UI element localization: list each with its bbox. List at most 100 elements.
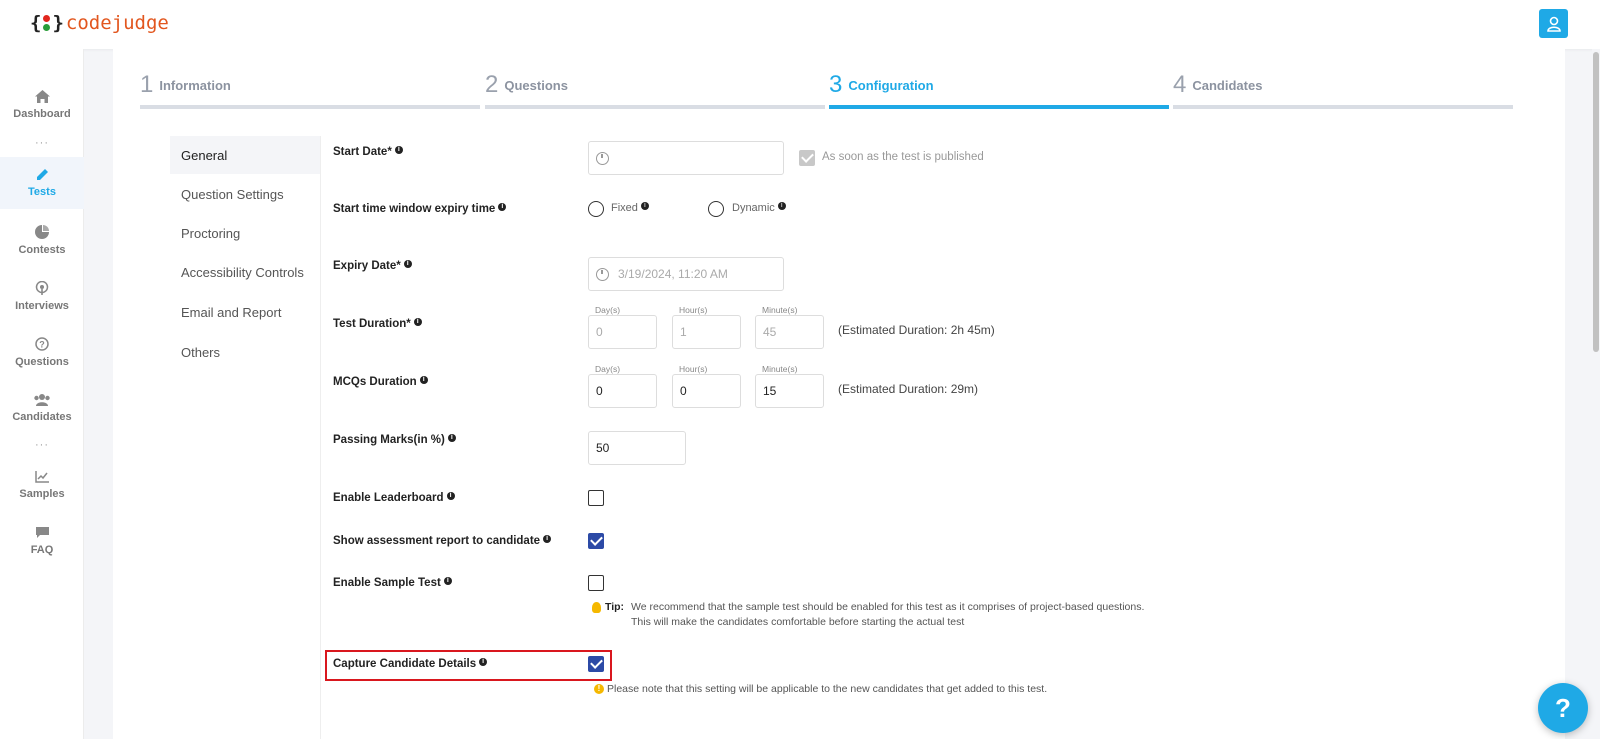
logo-open-brace: { (30, 12, 42, 34)
sidebar-item-label: Tests (28, 186, 56, 198)
pencil-icon (36, 169, 48, 180)
sidebar-item-label: Dashboard (13, 108, 71, 120)
mcq-duration-estimate: (Estimated Duration: 29m) (838, 382, 979, 396)
codejudge-logo[interactable]: { } codejudge (30, 12, 169, 34)
sidebar-item-samples[interactable]: Samples (0, 459, 84, 511)
passing-marks-input[interactable]: 50 (588, 431, 686, 465)
info-icon[interactable]: i (443, 577, 452, 585)
info-icon[interactable]: i (543, 535, 552, 543)
subnav-others[interactable]: Others (170, 333, 320, 371)
fixed-radio[interactable] (588, 201, 604, 217)
step-label: Candidates (1192, 77, 1263, 93)
sidebar-item-tests[interactable]: Tests (0, 157, 84, 209)
sidebar-item-contests[interactable]: Contests (0, 214, 84, 266)
info-icon[interactable]: i (479, 658, 488, 666)
lightbulb-icon (592, 601, 601, 613)
step-candidates[interactable]: 4 Candidates (1173, 71, 1513, 109)
home-icon (34, 90, 50, 103)
field-caption: Hour(s) (679, 364, 708, 374)
subnav-question-settings[interactable]: Question Settings (170, 175, 320, 213)
expiry-window-label: Start time window expiry time i (333, 203, 507, 215)
capture-details-label: Capture Candidate Details i (333, 658, 488, 670)
field-caption: Day(s) (595, 364, 621, 374)
step-number: 2 (485, 71, 499, 98)
minutes-input[interactable]: 45 (755, 315, 824, 349)
days-input[interactable]: 0 (588, 374, 657, 408)
minutes-input[interactable]: 15 (755, 374, 824, 408)
expiry-date-label: Expiry Date* i (333, 260, 412, 272)
svg-text:?: ? (39, 339, 45, 349)
logo-dots-icon (43, 14, 51, 32)
assessment-report-label: Show assessment report to candidate i (333, 535, 552, 547)
passing-marks-label: Passing Marks(in %) i (333, 434, 456, 446)
leaderboard-checkbox[interactable] (588, 490, 604, 506)
sidebar-item-label: Questions (15, 355, 69, 368)
step-questions[interactable]: 2 Questions (485, 71, 825, 109)
test-config-card: 1 Information 2 Questions 3 Configuration 4… (113, 49, 1565, 739)
step-progress-bar (829, 105, 1169, 109)
step-number: 4 (1173, 71, 1187, 98)
pie-chart-icon (35, 224, 49, 239)
publish-label: As soon as the test is published (822, 151, 984, 163)
mcq-duration-label: MCQs Duration i (333, 376, 428, 388)
sample-test-label: Enable Sample Test i (333, 577, 452, 589)
info-icon[interactable]: i (413, 318, 422, 326)
tip-line-2: This will make the candidates comfortabl… (631, 616, 965, 628)
info-icon[interactable]: i (447, 434, 456, 442)
assessment-report-checkbox[interactable] (588, 533, 604, 549)
subnav-proctoring[interactable]: Proctoring (170, 214, 320, 252)
dynamic-radio[interactable] (708, 201, 724, 217)
info-icon[interactable]: i (403, 260, 412, 268)
warning-icon: ! (594, 684, 604, 694)
field-caption: Hour(s) (679, 305, 708, 315)
hours-input[interactable]: 1 (672, 315, 741, 349)
step-label: Configuration (848, 77, 934, 93)
step-information[interactable]: 1 Information (140, 71, 480, 109)
subnav-general[interactable]: General (170, 136, 320, 174)
sidebar-item-label: Candidates (12, 410, 72, 423)
sidebar-separator: ··· (35, 137, 49, 149)
sidebar-item-faq[interactable]: FAQ (0, 515, 84, 567)
help-button[interactable]: ? (1538, 683, 1588, 733)
user-profile-button[interactable] (1539, 9, 1568, 38)
info-icon[interactable]: i (777, 202, 786, 210)
info-icon[interactable]: i (394, 146, 403, 154)
info-icon[interactable]: i (446, 492, 455, 500)
info-icon[interactable]: i (640, 202, 649, 210)
chat-icon (35, 527, 49, 538)
sidebar: Dashboard ··· Tests Contests Interviews … (0, 49, 84, 739)
expiry-date-input[interactable]: 3/19/2024, 11:20 AM (588, 257, 784, 291)
subnav-email-and-report[interactable]: Email and Report (170, 293, 320, 331)
sidebar-item-questions[interactable]: ? Questions (0, 326, 84, 378)
broadcast-icon (35, 280, 49, 295)
test-duration-label: Test Duration* i (333, 318, 422, 330)
step-progress-bar (485, 105, 825, 109)
step-label: Information (159, 77, 231, 93)
question-icon: ? (35, 336, 49, 351)
publish-checkbox[interactable] (799, 150, 815, 166)
step-label: Questions (504, 77, 568, 93)
logo-text: codejudge (65, 12, 169, 34)
start-date-label: Start Date* i (333, 146, 403, 158)
field-caption: Day(s) (595, 305, 621, 315)
sidebar-item-interviews[interactable]: Interviews (0, 270, 84, 322)
page-scrollbar-thumb[interactable] (1593, 52, 1599, 352)
sample-test-checkbox[interactable] (588, 575, 604, 591)
hours-input[interactable]: 0 (672, 374, 741, 408)
sidebar-item-candidates[interactable]: Candidates (0, 382, 84, 434)
step-configuration[interactable]: 3 Configuration (829, 71, 1169, 109)
logo-close-brace: } (52, 12, 64, 34)
capture-details-checkbox[interactable] (588, 656, 604, 672)
sidebar-item-label: Interviews (15, 299, 69, 312)
info-icon[interactable]: i (419, 376, 428, 384)
field-caption: Minute(s) (762, 305, 798, 315)
subnav-accessibility-controls[interactable]: Accessibility Controls (170, 253, 320, 291)
days-input[interactable]: 0 (588, 315, 657, 349)
sidebar-item-dashboard[interactable]: Dashboard (0, 79, 84, 131)
start-date-input[interactable] (588, 141, 784, 175)
info-icon[interactable]: i (498, 203, 507, 211)
clock-icon (596, 151, 609, 165)
subnav-divider (320, 136, 321, 739)
sample-test-tip: Tip: We recommend that the sample test s… (592, 600, 1144, 628)
top-bar: { } codejudge (0, 0, 1600, 49)
